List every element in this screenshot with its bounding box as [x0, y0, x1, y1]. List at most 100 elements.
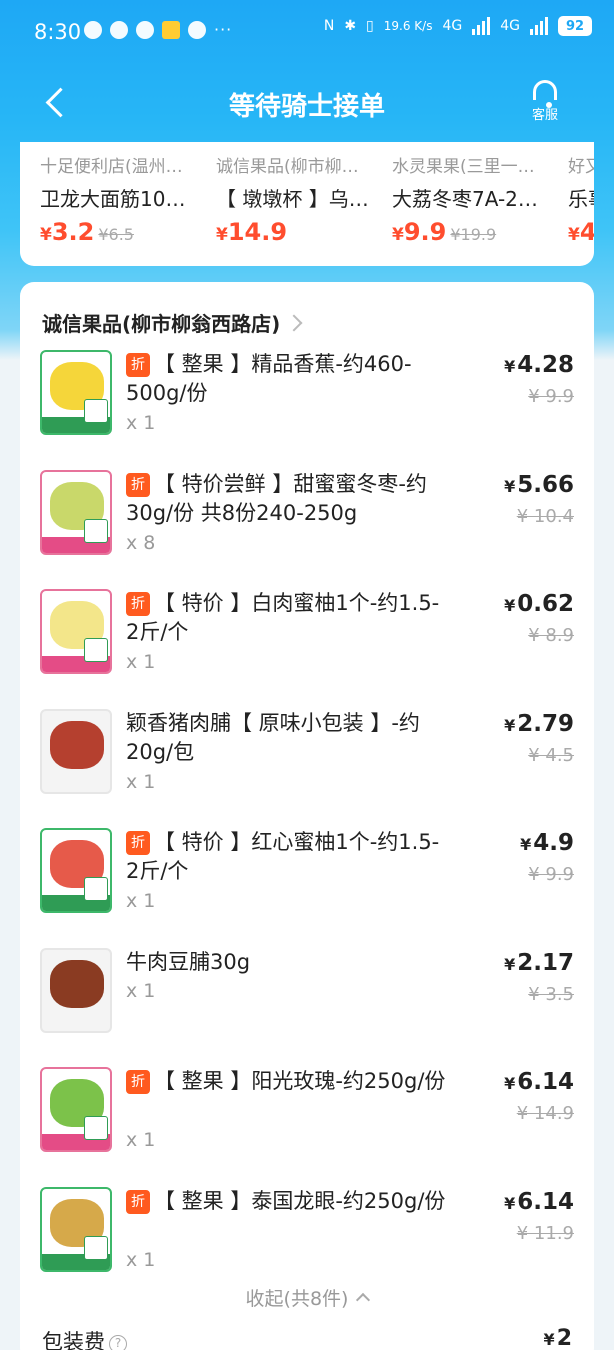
packaging-fee-label: 包装费: [42, 1330, 105, 1350]
item-price: ¥4.9¥ 9.9: [520, 830, 574, 885]
item-title-text: 【 整果 】泰国龙眼-约250g/份: [154, 1189, 445, 1213]
nfc-icon: N: [324, 18, 334, 34]
item-title: 折【 特价尝鲜 】甜蜜蜜冬枣-约30g/份 共8份240-250g: [126, 470, 446, 528]
order-item[interactable]: 折【 整果 】精品香蕉-约460-500g/份x 1¥4.28¥ 9.9: [20, 350, 594, 460]
product-thumbnail[interactable]: [40, 470, 112, 555]
product-thumbnail[interactable]: [40, 948, 112, 1033]
product-thumbnail[interactable]: [40, 1067, 112, 1152]
item-title: 牛肉豆脯30g: [126, 948, 446, 977]
rec-store: 水灵果果(三里一…: [392, 152, 557, 177]
item-quantity: x 1: [126, 980, 155, 1002]
rec-currency: ¥: [568, 225, 580, 245]
thumbnail-badge: [84, 399, 108, 423]
item-original-price: ¥ 9.9: [504, 386, 574, 407]
recommendation-item[interactable]: 水灵果果(三里一… 大荔冬枣7A-2… ¥9.9¥19.9: [392, 152, 557, 246]
rec-price: 14.9: [228, 218, 287, 246]
rec-name: 乐事: [568, 183, 594, 212]
collapse-button[interactable]: 收起(共8件): [20, 1284, 594, 1311]
item-title-text: 【 特价 】红心蜜柚1个-约1.5-2斤/个: [126, 830, 439, 883]
product-thumbnail[interactable]: [40, 709, 112, 794]
item-title: 折【 特价 】白肉蜜柚1个-约1.5-2斤/个: [126, 589, 446, 647]
chevron-right-icon: [286, 314, 303, 331]
product-image: [50, 721, 104, 769]
item-title: 折【 整果 】泰国龙眼-约250g/份: [126, 1187, 446, 1216]
item-current-price: ¥4.28: [504, 352, 574, 378]
product-thumbnail[interactable]: [40, 589, 112, 674]
order-item[interactable]: 折【 特价尝鲜 】甜蜜蜜冬枣-约30g/份 共8份240-250g x 8 ¥5.6…: [20, 470, 594, 580]
order-item[interactable]: 颖香猪肉脯【 原味小包装 】-约20g/包 x 1 ¥2.79¥ 4.5: [20, 709, 594, 819]
item-current-price: ¥0.62: [504, 591, 574, 617]
store-link[interactable]: 诚信果品(柳市柳翁西路店): [42, 308, 300, 337]
network-speed: 19.6 K/s: [384, 20, 433, 33]
item-current-price: ¥6.14: [504, 1069, 574, 1095]
item-title: 颖香猪肉脯【 原味小包装 】-约20g/包: [126, 709, 446, 767]
item-current-price: ¥2.79: [504, 711, 574, 737]
item-title-text: 【 整果 】精品香蕉-约460-500g/份: [126, 352, 412, 405]
item-current-price: ¥2.17: [504, 950, 574, 976]
rec-currency: ¥: [392, 225, 404, 245]
item-quantity: x 1: [126, 651, 155, 673]
discount-badge-icon: 折: [126, 473, 150, 497]
thumbnail-badge: [84, 519, 108, 543]
discount-badge-icon: 折: [126, 353, 150, 377]
alipay-icon: [188, 21, 206, 39]
item-quantity: x 1: [126, 771, 155, 793]
order-item[interactable]: 折【 特价 】白肉蜜柚1个-约1.5-2斤/个 x 1 ¥0.62 ¥ 8.9: [20, 589, 594, 699]
customer-service-label: 客服: [532, 108, 558, 123]
rec-price: 9.9: [404, 218, 447, 246]
rec-name: 大荔冬枣7A-2…: [392, 183, 557, 212]
item-title-text: 【 特价 】白肉蜜柚1个-约1.5-2斤/个: [126, 591, 439, 644]
item-title-text: 【 整果 】阳光玫瑰-约250g/份: [154, 1069, 445, 1093]
rec-original-price: ¥6.5: [98, 225, 134, 244]
item-price: ¥4.28 ¥ 9.9: [504, 352, 574, 407]
more-notifications-icon: ···: [214, 20, 232, 39]
item-price: ¥0.62 ¥ 8.9: [504, 591, 574, 646]
recommendation-item[interactable]: 好又 乐事 ¥4.: [568, 152, 594, 246]
item-title: 折【 整果 】阳光玫瑰-约250g/份: [126, 1067, 446, 1096]
discount-badge-icon: 折: [126, 592, 150, 616]
rec-price: 4.: [580, 218, 594, 246]
item-title-text: 【 特价尝鲜 】甜蜜蜜冬枣-约30g/份 共8份240-250g: [126, 472, 427, 525]
thumbnail-badge: [84, 1236, 108, 1260]
thumbnail-badge: [84, 1116, 108, 1140]
item-quantity: x 8: [126, 532, 155, 554]
rec-currency: ¥: [216, 225, 228, 245]
order-item[interactable]: 折【 整果 】阳光玫瑰-约250g/份 x 1 ¥6.14¥ 14.9: [20, 1067, 594, 1177]
item-quantity: x 1: [126, 890, 155, 912]
page-header: 等待骑士接单 客服: [0, 66, 614, 142]
item-current-price: ¥5.66: [504, 472, 574, 498]
packaging-fee-row: 包装费? ¥2: [42, 1326, 572, 1350]
clock: 8:30: [34, 20, 81, 44]
signal-icon: [472, 17, 490, 35]
order-item[interactable]: 折【 整果 】泰国龙眼-约250g/份x 1¥6.14¥ 11.9: [20, 1187, 594, 1297]
item-quantity: x 1: [126, 1249, 155, 1271]
vibrate-icon: ▯: [366, 18, 374, 34]
item-quantity: x 1: [126, 1129, 155, 1151]
signal-icon-2: [530, 17, 548, 35]
item-current-price: ¥6.14: [504, 1189, 574, 1215]
product-thumbnail[interactable]: [40, 350, 112, 435]
discount-badge-icon: 折: [126, 831, 150, 855]
product-thumbnail[interactable]: [40, 1187, 112, 1272]
order-item[interactable]: 牛肉豆脯30g x 1 ¥2.17 ¥ 3.5: [20, 948, 594, 1058]
item-title: 折【 整果 】精品香蕉-约460-500g/份: [126, 350, 446, 408]
customer-service-button[interactable]: 客服: [520, 80, 570, 123]
item-title-text: 牛肉豆脯30g: [126, 950, 250, 974]
rec-store: 好又: [568, 152, 594, 177]
rec-store: 十足便利店(温州…: [40, 152, 205, 177]
product-thumbnail[interactable]: [40, 828, 112, 913]
rec-store: 诚信果品(柳市柳…: [216, 152, 381, 177]
help-icon[interactable]: ?: [109, 1335, 127, 1350]
order-item[interactable]: 折【 特价 】红心蜜柚1个-约1.5-2斤/个 x 1 ¥4.9¥ 9.9: [20, 828, 594, 938]
item-price: ¥6.14¥ 14.9: [504, 1069, 574, 1124]
recommendation-item[interactable]: 十足便利店(温州… 卫龙大面筋10… ¥3.2¥6.5: [40, 152, 205, 246]
item-title: 折【 特价 】红心蜜柚1个-约1.5-2斤/个: [126, 828, 446, 886]
item-original-price: ¥ 8.9: [504, 625, 574, 646]
battery-icon: 92: [558, 16, 592, 36]
rec-name: 【 墩墩杯 】乌…: [216, 183, 381, 212]
item-price: ¥2.79¥ 4.5: [504, 711, 574, 766]
recommendation-carousel[interactable]: 十足便利店(温州… 卫龙大面筋10… ¥3.2¥6.5 诚信果品(柳市柳… 【 …: [20, 142, 594, 266]
store-name: 诚信果品(柳市柳翁西路店): [42, 308, 280, 337]
recommendation-item[interactable]: 诚信果品(柳市柳… 【 墩墩杯 】乌… ¥14.9: [216, 152, 381, 246]
item-original-price: ¥ 3.5: [504, 984, 574, 1005]
